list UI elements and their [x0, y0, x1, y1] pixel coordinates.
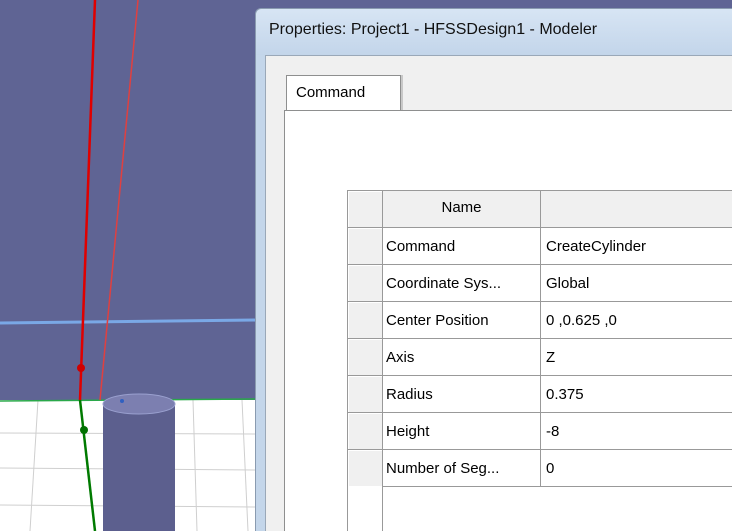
property-name: Coordinate Sys...: [383, 265, 541, 302]
dialog-titlebar[interactable]: Properties: Project1 - HFSSDesign1 - Mod…: [256, 9, 732, 55]
property-name: Center Position: [383, 302, 541, 339]
property-name: Command: [383, 228, 541, 265]
property-value[interactable]: -8: [541, 413, 732, 450]
grid-empty-area: [348, 486, 383, 531]
cylinder-body: [103, 404, 175, 531]
property-value[interactable]: CreateCylinder: [541, 228, 732, 265]
table-row[interactable]: Number of Seg... 0: [348, 450, 732, 487]
table-row[interactable]: Command CreateCylinder: [348, 228, 732, 265]
grid-corner-cell: [348, 191, 383, 228]
axis-marker-red: [77, 364, 85, 372]
row-header[interactable]: [348, 302, 383, 339]
property-name: Axis: [383, 339, 541, 376]
property-value[interactable]: 0 ,0.625 ,0: [541, 302, 732, 339]
viewport-canvas: [0, 0, 260, 531]
table-row[interactable]: Center Position 0 ,0.625 ,0: [348, 302, 732, 339]
column-header-value[interactable]: [541, 191, 732, 228]
property-value[interactable]: 0: [541, 450, 732, 487]
center-marker: [120, 399, 124, 403]
property-value[interactable]: Z: [541, 339, 732, 376]
cylinder-top: [102, 393, 176, 415]
property-grid: Name Command CreateCylinder Coordinate S…: [347, 190, 732, 531]
table-row[interactable]: Height -8: [348, 413, 732, 450]
column-header-name[interactable]: Name: [383, 191, 541, 228]
property-name: Radius: [383, 376, 541, 413]
row-header[interactable]: [348, 450, 383, 487]
dialog-client-area: Command Name Command CreateCylinder Coor…: [265, 55, 732, 531]
property-value[interactable]: 0.375: [541, 376, 732, 413]
row-header[interactable]: [348, 413, 383, 450]
row-header[interactable]: [348, 376, 383, 413]
dialog-title: Properties: Project1 - HFSSDesign1 - Mod…: [269, 21, 598, 38]
row-header[interactable]: [348, 265, 383, 302]
row-header[interactable]: [348, 228, 383, 265]
table-row[interactable]: Axis Z: [348, 339, 732, 376]
grid-header-row: Name: [348, 191, 732, 228]
modeler-3d-viewport[interactable]: [0, 0, 260, 531]
tab-command[interactable]: Command: [286, 75, 401, 111]
row-header[interactable]: [348, 339, 383, 376]
property-value[interactable]: Global: [541, 265, 732, 302]
property-name: Number of Seg...: [383, 450, 541, 487]
table-row[interactable]: Radius 0.375: [348, 376, 732, 413]
tab-command-label: Command: [296, 84, 366, 101]
property-name: Height: [383, 413, 541, 450]
axis-marker-green: [80, 426, 88, 434]
properties-dialog: Properties: Project1 - HFSSDesign1 - Mod…: [255, 8, 732, 531]
command-tab-page: Name Command CreateCylinder Coordinate S…: [284, 110, 732, 531]
table-row[interactable]: Coordinate Sys... Global: [348, 265, 732, 302]
